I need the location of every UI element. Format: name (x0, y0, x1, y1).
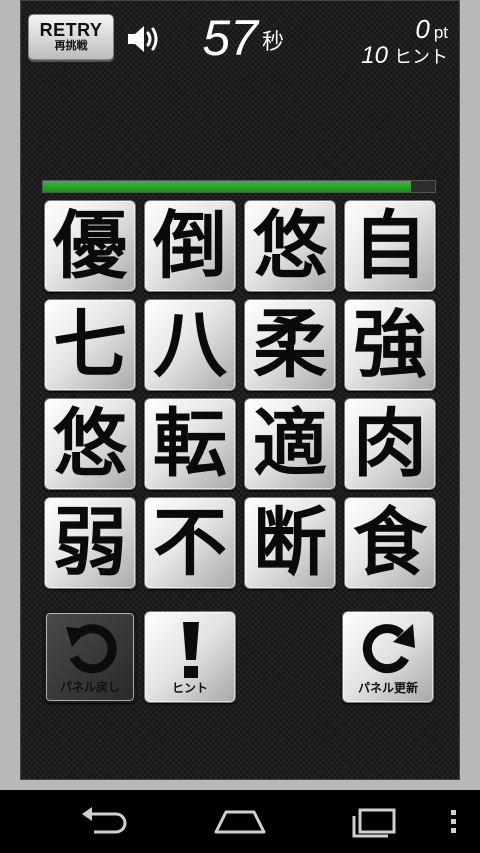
home-icon[interactable] (212, 804, 268, 838)
refresh-panel-label: パネル更新 (357, 681, 418, 695)
kanji-tile[interactable]: 倒 (144, 200, 236, 292)
kanji-tile[interactable]: 弱 (44, 497, 136, 589)
hint-count-value: 10 (361, 42, 388, 69)
undo-panel-label: パネル戻し (59, 680, 120, 694)
kanji-tile-character: 柔 (253, 302, 327, 388)
kanji-tile[interactable]: 断 (244, 497, 336, 589)
exclamation-icon (183, 622, 199, 678)
kanji-tile-grid: 優倒悠自七八柔強悠転適肉弱不断食 (44, 200, 436, 590)
hint-button[interactable]: ヒント (144, 611, 236, 703)
time-progress-bar (42, 180, 436, 193)
hint-count-display: 10 ヒント (361, 42, 448, 70)
refresh-arrow-icon (362, 624, 415, 674)
kanji-tile[interactable]: 悠 (44, 398, 136, 490)
kanji-tile-character: 断 (253, 500, 327, 586)
kanji-tile-character: 転 (153, 401, 227, 487)
kanji-tile[interactable]: 優 (44, 200, 136, 292)
refresh-panel-button[interactable]: パネル更新 (342, 611, 434, 703)
kanji-tile-character: 強 (353, 302, 427, 388)
kanji-tile[interactable]: 七 (44, 299, 136, 391)
score-value: 0 (415, 14, 430, 44)
kanji-tile[interactable]: 食 (344, 497, 436, 589)
kanji-tile[interactable]: 柔 (244, 299, 336, 391)
android-navigation-bar (0, 790, 480, 853)
kanji-tile-character: 自 (353, 203, 427, 289)
timer-value: 57 (202, 10, 258, 66)
score-unit: pt (433, 23, 448, 42)
kanji-tile-character: 倒 (153, 203, 227, 289)
time-progress-fill (43, 181, 412, 192)
score-display: 0 pt (415, 14, 448, 44)
back-icon[interactable] (78, 804, 132, 838)
undo-panel-button[interactable]: パネル戻し (44, 611, 136, 703)
kanji-tile-character: 食 (353, 500, 427, 586)
undo-arrow-icon (66, 624, 117, 674)
kanji-tile[interactable]: 悠 (244, 200, 336, 292)
retry-sub-label: 再挑戦 (54, 39, 88, 52)
speaker-icon[interactable] (126, 22, 162, 56)
kanji-tile-character: 七 (53, 302, 127, 388)
kanji-tile-character: 悠 (253, 203, 327, 289)
hint-count-unit: ヒント (394, 47, 448, 68)
kanji-tile[interactable]: 肉 (344, 398, 436, 490)
kanji-tile[interactable]: 八 (144, 299, 236, 391)
kanji-tile[interactable]: 強 (344, 299, 436, 391)
hint-button-label: ヒント (171, 681, 208, 695)
menu-icon[interactable] (446, 804, 462, 838)
kanji-tile-character: 肉 (353, 401, 427, 487)
retry-button[interactable]: RETRY 再挑戦 (28, 14, 114, 60)
kanji-tile-character: 悠 (53, 401, 127, 487)
retry-label: RETRY (39, 20, 103, 40)
recent-apps-icon[interactable] (350, 804, 400, 838)
kanji-tile-character: 不 (153, 500, 227, 586)
kanji-tile-character: 優 (53, 203, 127, 289)
game-frame: RETRY 再挑戦 57 秒 0 pt 10 ヒント 優倒悠自七八柔強悠転適肉弱… (0, 0, 480, 790)
timer-unit: 秒 (262, 30, 285, 55)
kanji-tile[interactable]: 適 (244, 398, 336, 490)
kanji-tile[interactable]: 不 (144, 497, 236, 589)
kanji-tile[interactable]: 自 (344, 200, 436, 292)
kanji-tile-character: 八 (153, 302, 227, 388)
kanji-tile-character: 適 (253, 401, 327, 487)
kanji-tile[interactable]: 転 (144, 398, 236, 490)
kanji-tile-character: 弱 (53, 500, 127, 586)
